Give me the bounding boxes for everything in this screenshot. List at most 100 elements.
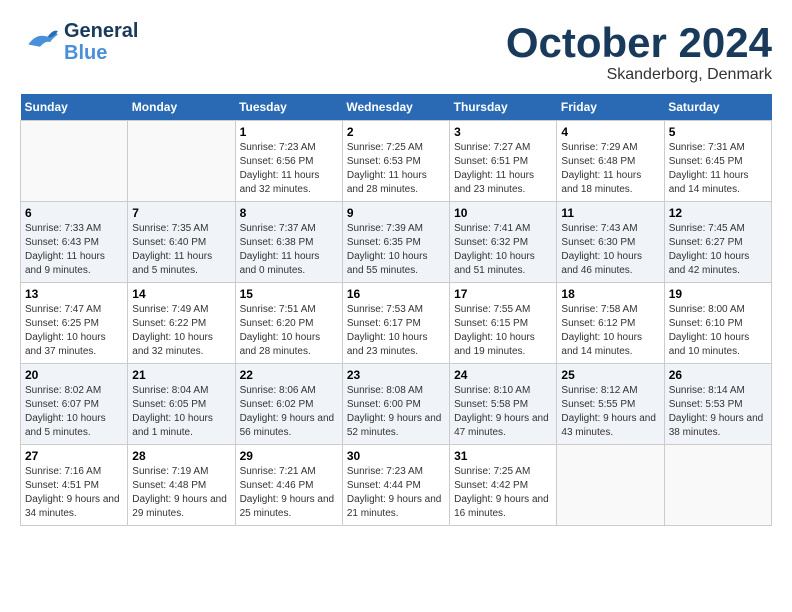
calendar-cell: 24 Sunrise: 8:10 AMSunset: 5:58 PMDaylig… [450, 364, 557, 445]
page-header: General Blue October 2024 Skanderborg, D… [20, 20, 772, 84]
week-row-5: 27 Sunrise: 7:16 AMSunset: 4:51 PMDaylig… [21, 445, 772, 526]
day-number: 3 [454, 125, 552, 139]
calendar-cell [128, 121, 235, 202]
day-info: Sunrise: 7:35 AMSunset: 6:40 PMDaylight:… [132, 222, 230, 278]
weekday-header-sunday: Sunday [21, 94, 128, 121]
calendar-cell: 18 Sunrise: 7:58 AMSunset: 6:12 PMDaylig… [557, 283, 664, 364]
day-number: 1 [240, 125, 338, 139]
calendar-cell: 9 Sunrise: 7:39 AMSunset: 6:35 PMDayligh… [342, 202, 449, 283]
day-info: Sunrise: 7:23 AMSunset: 4:44 PMDaylight:… [347, 465, 445, 521]
calendar-cell: 20 Sunrise: 8:02 AMSunset: 6:07 PMDaylig… [21, 364, 128, 445]
day-info: Sunrise: 7:19 AMSunset: 4:48 PMDaylight:… [132, 465, 230, 521]
calendar-cell: 4 Sunrise: 7:29 AMSunset: 6:48 PMDayligh… [557, 121, 664, 202]
day-info: Sunrise: 7:41 AMSunset: 6:32 PMDaylight:… [454, 222, 552, 278]
weekday-header-row: SundayMondayTuesdayWednesdayThursdayFrid… [21, 94, 772, 121]
day-number: 15 [240, 287, 338, 301]
weekday-header-thursday: Thursday [450, 94, 557, 121]
calendar-cell: 27 Sunrise: 7:16 AMSunset: 4:51 PMDaylig… [21, 445, 128, 526]
day-number: 24 [454, 368, 552, 382]
day-number: 21 [132, 368, 230, 382]
calendar-cell: 7 Sunrise: 7:35 AMSunset: 6:40 PMDayligh… [128, 202, 235, 283]
calendar-cell: 11 Sunrise: 7:43 AMSunset: 6:30 PMDaylig… [557, 202, 664, 283]
week-row-4: 20 Sunrise: 8:02 AMSunset: 6:07 PMDaylig… [21, 364, 772, 445]
calendar-cell: 29 Sunrise: 7:21 AMSunset: 4:46 PMDaylig… [235, 445, 342, 526]
day-number: 31 [454, 449, 552, 463]
day-info: Sunrise: 7:25 AMSunset: 4:42 PMDaylight:… [454, 465, 552, 521]
day-number: 11 [561, 206, 659, 220]
weekday-header-friday: Friday [557, 94, 664, 121]
day-info: Sunrise: 8:02 AMSunset: 6:07 PMDaylight:… [25, 384, 123, 440]
calendar-cell: 31 Sunrise: 7:25 AMSunset: 4:42 PMDaylig… [450, 445, 557, 526]
day-info: Sunrise: 8:00 AMSunset: 6:10 PMDaylight:… [669, 303, 767, 359]
day-number: 16 [347, 287, 445, 301]
day-info: Sunrise: 8:12 AMSunset: 5:55 PMDaylight:… [561, 384, 659, 440]
calendar-cell: 26 Sunrise: 8:14 AMSunset: 5:53 PMDaylig… [664, 364, 771, 445]
day-info: Sunrise: 7:16 AMSunset: 4:51 PMDaylight:… [25, 465, 123, 521]
day-number: 4 [561, 125, 659, 139]
calendar-cell [557, 445, 664, 526]
week-row-2: 6 Sunrise: 7:33 AMSunset: 6:43 PMDayligh… [21, 202, 772, 283]
week-row-3: 13 Sunrise: 7:47 AMSunset: 6:25 PMDaylig… [21, 283, 772, 364]
weekday-header-wednesday: Wednesday [342, 94, 449, 121]
calendar-cell: 10 Sunrise: 7:41 AMSunset: 6:32 PMDaylig… [450, 202, 557, 283]
day-info: Sunrise: 8:08 AMSunset: 6:00 PMDaylight:… [347, 384, 445, 440]
day-number: 22 [240, 368, 338, 382]
calendar-cell: 23 Sunrise: 8:08 AMSunset: 6:00 PMDaylig… [342, 364, 449, 445]
day-number: 10 [454, 206, 552, 220]
day-number: 19 [669, 287, 767, 301]
day-info: Sunrise: 7:49 AMSunset: 6:22 PMDaylight:… [132, 303, 230, 359]
calendar-cell: 3 Sunrise: 7:27 AMSunset: 6:51 PMDayligh… [450, 121, 557, 202]
day-info: Sunrise: 7:27 AMSunset: 6:51 PMDaylight:… [454, 141, 552, 197]
day-info: Sunrise: 7:37 AMSunset: 6:38 PMDaylight:… [240, 222, 338, 278]
calendar-cell: 15 Sunrise: 7:51 AMSunset: 6:20 PMDaylig… [235, 283, 342, 364]
day-info: Sunrise: 7:25 AMSunset: 6:53 PMDaylight:… [347, 141, 445, 197]
calendar-cell: 28 Sunrise: 7:19 AMSunset: 4:48 PMDaylig… [128, 445, 235, 526]
calendar-cell: 25 Sunrise: 8:12 AMSunset: 5:55 PMDaylig… [557, 364, 664, 445]
calendar-cell [21, 121, 128, 202]
day-info: Sunrise: 7:39 AMSunset: 6:35 PMDaylight:… [347, 222, 445, 278]
calendar-cell: 19 Sunrise: 8:00 AMSunset: 6:10 PMDaylig… [664, 283, 771, 364]
day-info: Sunrise: 7:51 AMSunset: 6:20 PMDaylight:… [240, 303, 338, 359]
day-number: 20 [25, 368, 123, 382]
day-info: Sunrise: 7:43 AMSunset: 6:30 PMDaylight:… [561, 222, 659, 278]
calendar-cell [664, 445, 771, 526]
calendar-cell: 1 Sunrise: 7:23 AMSunset: 6:56 PMDayligh… [235, 121, 342, 202]
day-number: 13 [25, 287, 123, 301]
day-info: Sunrise: 7:21 AMSunset: 4:46 PMDaylight:… [240, 465, 338, 521]
day-number: 7 [132, 206, 230, 220]
calendar-cell: 2 Sunrise: 7:25 AMSunset: 6:53 PMDayligh… [342, 121, 449, 202]
calendar-cell: 30 Sunrise: 7:23 AMSunset: 4:44 PMDaylig… [342, 445, 449, 526]
day-number: 30 [347, 449, 445, 463]
day-info: Sunrise: 7:45 AMSunset: 6:27 PMDaylight:… [669, 222, 767, 278]
day-info: Sunrise: 7:55 AMSunset: 6:15 PMDaylight:… [454, 303, 552, 359]
day-number: 23 [347, 368, 445, 382]
day-number: 5 [669, 125, 767, 139]
calendar-cell: 17 Sunrise: 7:55 AMSunset: 6:15 PMDaylig… [450, 283, 557, 364]
day-info: Sunrise: 8:10 AMSunset: 5:58 PMDaylight:… [454, 384, 552, 440]
day-number: 8 [240, 206, 338, 220]
day-info: Sunrise: 7:31 AMSunset: 6:45 PMDaylight:… [669, 141, 767, 197]
day-number: 17 [454, 287, 552, 301]
weekday-header-monday: Monday [128, 94, 235, 121]
calendar-cell: 6 Sunrise: 7:33 AMSunset: 6:43 PMDayligh… [21, 202, 128, 283]
day-number: 14 [132, 287, 230, 301]
logo-bird-icon [20, 25, 60, 60]
day-number: 12 [669, 206, 767, 220]
day-info: Sunrise: 8:14 AMSunset: 5:53 PMDaylight:… [669, 384, 767, 440]
week-row-1: 1 Sunrise: 7:23 AMSunset: 6:56 PMDayligh… [21, 121, 772, 202]
logo: General Blue [20, 20, 138, 64]
calendar-table: SundayMondayTuesdayWednesdayThursdayFrid… [20, 94, 772, 526]
weekday-header-saturday: Saturday [664, 94, 771, 121]
day-info: Sunrise: 7:47 AMSunset: 6:25 PMDaylight:… [25, 303, 123, 359]
calendar-cell: 12 Sunrise: 7:45 AMSunset: 6:27 PMDaylig… [664, 202, 771, 283]
day-number: 2 [347, 125, 445, 139]
calendar-cell: 21 Sunrise: 8:04 AMSunset: 6:05 PMDaylig… [128, 364, 235, 445]
calendar-cell: 8 Sunrise: 7:37 AMSunset: 6:38 PMDayligh… [235, 202, 342, 283]
day-number: 27 [25, 449, 123, 463]
calendar-cell: 5 Sunrise: 7:31 AMSunset: 6:45 PMDayligh… [664, 121, 771, 202]
day-number: 26 [669, 368, 767, 382]
month-title: October 2024 [506, 20, 772, 66]
day-number: 29 [240, 449, 338, 463]
day-info: Sunrise: 8:06 AMSunset: 6:02 PMDaylight:… [240, 384, 338, 440]
day-number: 25 [561, 368, 659, 382]
